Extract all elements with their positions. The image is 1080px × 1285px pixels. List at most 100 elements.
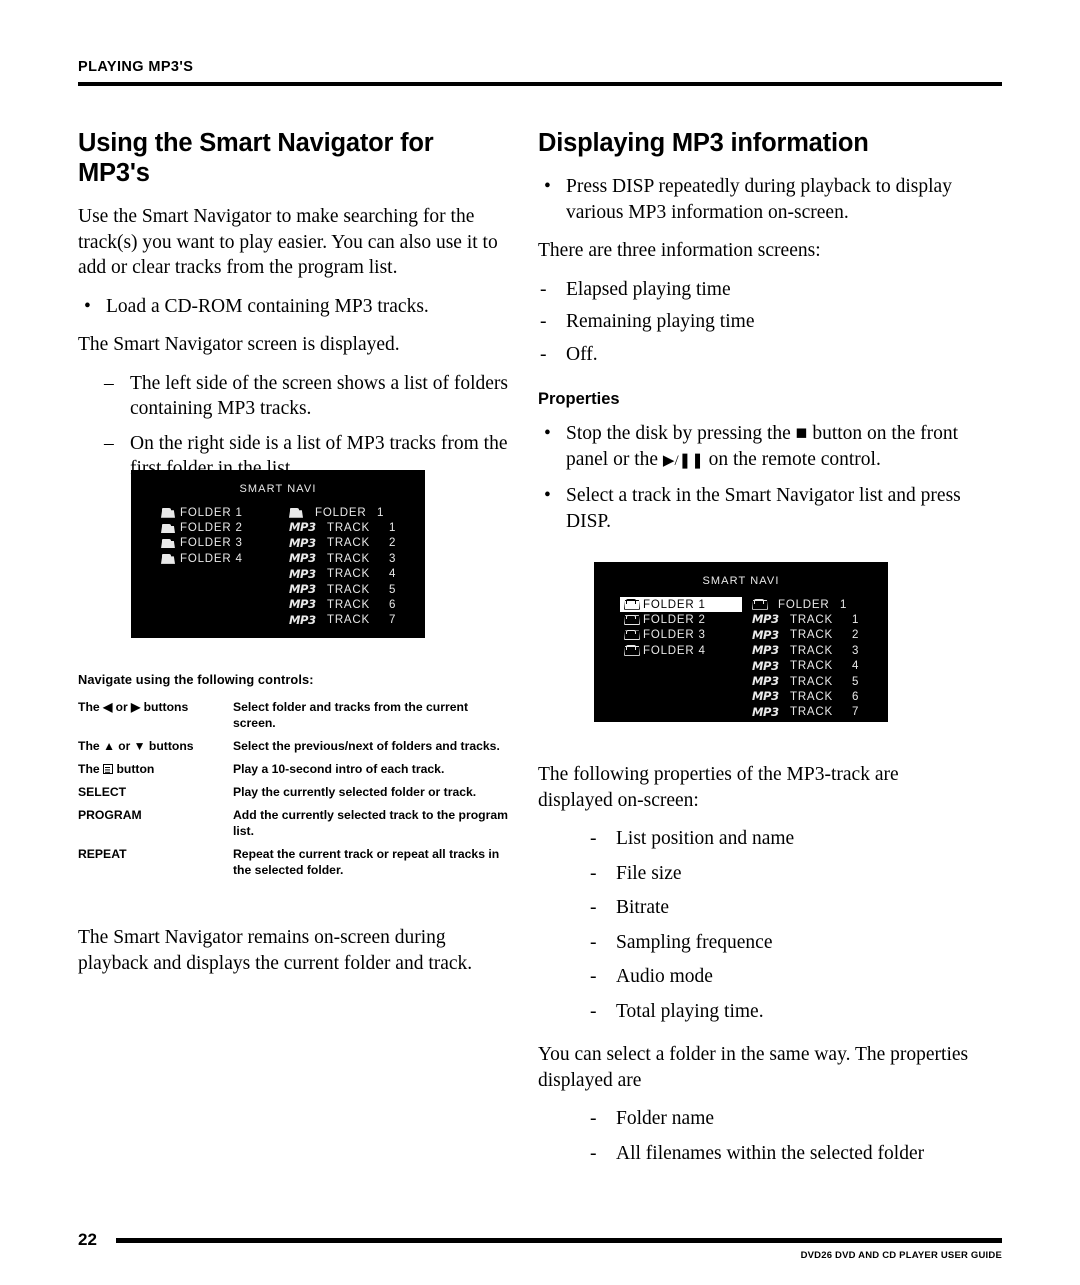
stop-icon: ■	[795, 423, 808, 444]
osd-folder-row: FOLDER 2	[161, 520, 283, 535]
right-section-title: Displaying MP3 information	[538, 129, 869, 157]
osd-track-row[interactable]: MP3 TRACK 2	[752, 628, 888, 643]
osd-folder-row[interactable]: FOLDER 2	[624, 612, 746, 627]
osd-folder-label: FOLDER 3	[643, 629, 706, 642]
osd-track-label: TRACK	[790, 614, 833, 627]
osd-track-number: 1	[840, 598, 848, 611]
osd-folder-row: FOLDER 1	[161, 505, 283, 520]
osd-folder-row[interactable]: FOLDER 4	[624, 643, 746, 658]
folder-icon	[624, 645, 638, 656]
running-head-rule	[78, 81, 1002, 86]
osd-track-number: 1	[852, 614, 860, 627]
folder-icon	[161, 508, 175, 518]
bullet-marker: •	[544, 485, 551, 506]
track-properties-list: - List position and name - File size - B…	[538, 826, 970, 1024]
list-item: - Audio mode	[590, 964, 970, 990]
mp3-icon: MP3	[289, 612, 316, 627]
bullet-text-post: on the remote control.	[703, 448, 881, 470]
osd-track-number: 5	[389, 583, 397, 596]
osd-track-number: 7	[389, 614, 397, 627]
osd-track-list: FOLDER 1 MP3 TRACK 1 MP3 TRACK 2 MP3 TRA…	[746, 597, 888, 720]
folder-intro-paragraph: You can select a folder in the same way.…	[538, 1044, 969, 1091]
list-item-label: File size	[616, 862, 682, 884]
dash-marker: –	[104, 432, 114, 454]
mp3-icon: MP3	[289, 566, 316, 581]
running-head-label: PLAYING MP3'S	[78, 59, 194, 75]
dash-marker: -	[590, 862, 597, 884]
osd-body: FOLDER 1 FOLDER 2 FOLDER 3 FOLDER 4 FOLD…	[131, 495, 425, 628]
list-item-label: Stop the disk by pressing the ■ button o…	[566, 423, 958, 470]
osd-track-label: TRACK	[790, 706, 833, 719]
osd-folder-list: FOLDER 1 FOLDER 2 FOLDER 3 FOLDER 4	[594, 597, 746, 720]
list-item: - Elapsed playing time	[538, 277, 970, 303]
up-down-arrow-icon: ▲ or ▼	[103, 739, 146, 753]
list-item-label: All filenames within the selected folder	[616, 1142, 925, 1164]
osd-body: FOLDER 1 FOLDER 2 FOLDER 3 FOLDER 4 FOLD…	[594, 587, 888, 720]
list-item: - Bitrate	[590, 895, 970, 921]
right-column: Displaying MP3 information • Press DISP …	[538, 128, 970, 547]
osd-folder-label: FOLDER 2	[180, 522, 243, 535]
osd-track-row[interactable]: FOLDER 1	[752, 597, 888, 612]
list-item-label: Off.	[566, 343, 598, 365]
mp3-icon: MP3	[752, 689, 779, 704]
table-row: PROGRAM Add the currently selected track…	[78, 807, 510, 839]
control-key-prefix: The	[78, 700, 104, 714]
osd-track-label: TRACK	[327, 614, 370, 627]
osd-folder-list: FOLDER 1 FOLDER 2 FOLDER 3 FOLDER 4	[131, 505, 283, 628]
smart-navi-screen-1: SMART NAVI FOLDER 1 FOLDER 2 FOLDER 3 FO…	[131, 470, 425, 638]
osd-track-list: FOLDER 1 MP3 TRACK 1 MP3 TRACK 2 MP3 TRA…	[283, 505, 425, 628]
osd-track-number: 6	[389, 599, 397, 612]
list-item-label: Elapsed playing time	[566, 278, 731, 300]
osd-track-row[interactable]: MP3 TRACK 1	[752, 612, 888, 627]
right-column-lower: The following properties of the MP3-trac…	[538, 762, 970, 1179]
osd-track-number: 5	[852, 675, 860, 688]
osd-track-row[interactable]: MP3 TRACK 7	[752, 705, 888, 720]
osd-folder-label: FOLDER 1	[180, 506, 243, 519]
osd-track-number: 1	[377, 506, 385, 519]
mp3-icon: MP3	[752, 643, 779, 658]
osd-track-label: TRACK	[327, 552, 370, 565]
osd-track-row[interactable]: MP3 TRACK 5	[752, 674, 888, 689]
folder-icon	[161, 538, 175, 548]
dash-marker: –	[104, 372, 114, 394]
osd-track-number: 7	[852, 706, 860, 719]
osd-folder-row: FOLDER 4	[161, 551, 283, 566]
list-item: - Sampling frequence	[590, 930, 970, 956]
osd-folder-row[interactable]: FOLDER 3	[624, 628, 746, 643]
osd-track-row[interactable]: MP3 TRACK 4	[752, 659, 888, 674]
osd-track-label: TRACK	[790, 660, 833, 673]
page-number: 22	[78, 1230, 97, 1249]
osd-track-number: 3	[389, 552, 397, 565]
properties-bullet-list: • Stop the disk by pressing the ■ button…	[538, 421, 970, 534]
table-row: The ◀ or ▶ buttons Select folder and tra…	[78, 699, 510, 731]
osd-folder-label: FOLDER 4	[180, 552, 243, 565]
list-item: • Press DISP repeatedly during playback …	[538, 174, 970, 225]
list-item-label: Remaining playing time	[566, 311, 755, 332]
folder-icon	[624, 599, 638, 610]
table-row: REPEAT Repeat the current track or repea…	[78, 846, 510, 878]
dash-marker: -	[540, 278, 547, 300]
folder-icon	[161, 523, 175, 533]
list-item: - Off.	[538, 342, 970, 368]
mp3-icon: MP3	[289, 597, 316, 612]
control-key-suffix: buttons	[145, 739, 194, 753]
tail-paragraph: The Smart Navigator remains on-screen du…	[78, 927, 473, 974]
mp3-icon: MP3	[289, 551, 316, 566]
osd-folder-row-selected[interactable]: FOLDER 1	[620, 597, 742, 613]
folder-icon	[752, 599, 766, 610]
three-screens-paragraph: There are three information screens:	[538, 240, 821, 261]
list-item: • Stop the disk by pressing the ■ button…	[538, 421, 970, 474]
list-item-label: Sampling frequence	[616, 931, 773, 953]
table-row: The ▲ or ▼ buttons Select the previous/n…	[78, 738, 510, 754]
osd-track-row: MP3 TRACK 4	[289, 567, 425, 582]
dash-marker: -	[590, 966, 597, 987]
list-item: • Load a CD-ROM containing MP3 tracks.	[78, 294, 510, 320]
dash-marker: -	[590, 1142, 597, 1164]
bullet-marker: •	[84, 295, 91, 317]
osd-folder-label: FOLDER 4	[643, 644, 706, 657]
osd-track-row[interactable]: MP3 TRACK 3	[752, 643, 888, 658]
menu-icon	[103, 764, 114, 774]
mp3-icon: MP3	[752, 658, 779, 673]
dash-marker: -	[590, 828, 597, 849]
osd-track-row[interactable]: MP3 TRACK 6	[752, 689, 888, 704]
